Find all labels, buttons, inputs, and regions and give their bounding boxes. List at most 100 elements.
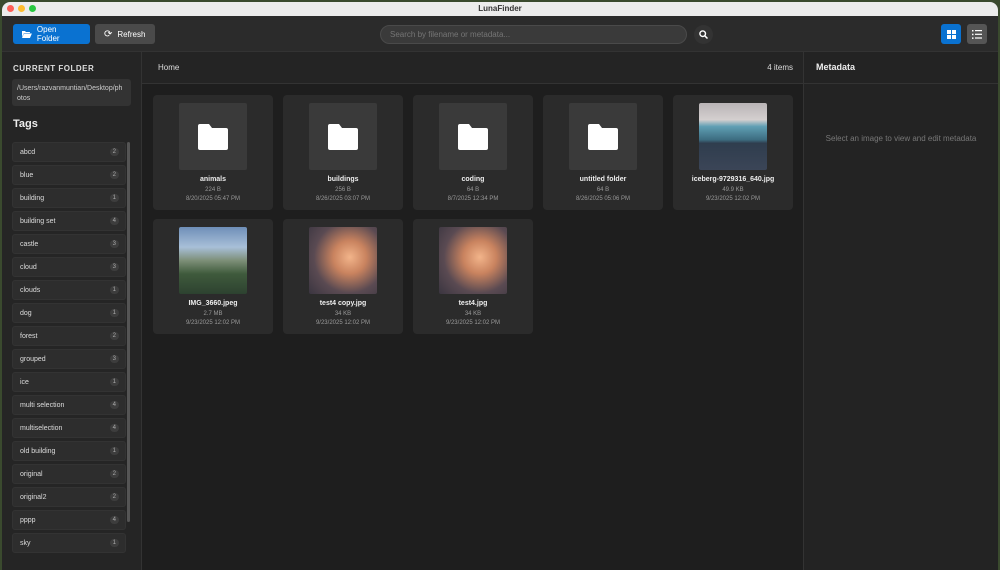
tag-count: 4 — [109, 424, 119, 432]
file-browser: Home 4 items animals 224 B 8/20/2025 05:47 … — [142, 52, 803, 570]
grid-view-button[interactable] — [941, 24, 961, 44]
item-date: 9/23/2025 12:02 PM — [315, 320, 371, 326]
item-size: 256 B — [335, 187, 351, 193]
tag-name: sky — [20, 539, 31, 547]
tag-count: 3 — [109, 355, 119, 363]
grid-icon — [946, 29, 956, 39]
tag-count: 2 — [109, 148, 119, 156]
folder-icon — [198, 123, 228, 150]
tag-count: 2 — [109, 171, 119, 179]
tag-item[interactable]: ice 1 — [12, 372, 126, 392]
tag-item[interactable]: original2 2 — [12, 487, 126, 507]
tag-count: 4 — [109, 217, 119, 225]
tag-item[interactable]: abcd 2 — [12, 142, 126, 162]
app-window: LunaFinder Open Folder ⟳ Refresh CURRENT… — [2, 2, 998, 570]
tag-item[interactable]: multi selection 4 — [12, 395, 126, 415]
tag-item[interactable]: old building 1 — [12, 441, 126, 461]
item-size: 224 B — [205, 187, 221, 193]
item-name: untitled folder — [579, 176, 627, 183]
item-name: IMG_3660.jpeg — [188, 300, 238, 307]
toolbar: Open Folder ⟳ Refresh — [2, 16, 998, 52]
item-date: 9/23/2025 12:02 PM — [185, 320, 241, 326]
zoom-button[interactable] — [29, 5, 36, 12]
item-size: 64 B — [596, 187, 610, 193]
refresh-button[interactable]: ⟳ Refresh — [95, 24, 155, 44]
image-thumbnail — [439, 227, 507, 294]
tag-count: 2 — [109, 470, 119, 478]
item-size: 49.9 KB — [722, 187, 744, 193]
tag-name: cloud — [20, 263, 37, 271]
folder-item[interactable]: untitled folder 64 B 8/26/2025 05:06 PM — [543, 95, 663, 210]
image-item[interactable]: test4.jpg 34 KB 9/23/2025 12:02 PM — [413, 219, 533, 334]
tag-list: abcd 2 blue 2 building 1 building set 4 castle 3 c… — [12, 142, 126, 556]
item-date: 8/26/2025 05:06 PM — [575, 196, 631, 202]
folder-item[interactable]: buildings 256 B 8/26/2025 03:07 PM — [283, 95, 403, 210]
tag-count: 3 — [109, 240, 119, 248]
tag-count: 2 — [109, 493, 119, 501]
item-size: 2.7 MB — [203, 311, 223, 317]
refresh-icon: ⟳ — [104, 28, 113, 40]
list-icon — [972, 29, 982, 39]
current-folder-heading: CURRENT FOLDER — [13, 64, 95, 73]
tag-item[interactable]: pppp 4 — [12, 510, 126, 530]
file-grid: animals 224 B 8/20/2025 05:47 PM buildings 2… — [153, 95, 803, 334]
tag-item[interactable]: forest 2 — [12, 326, 126, 346]
open-folder-label: Open Folder — [36, 25, 60, 43]
item-count: 4 items — [767, 63, 793, 72]
folder-item[interactable]: animals 224 B 8/20/2025 05:47 PM — [153, 95, 273, 210]
item-date: 8/20/2025 05:47 PM — [185, 196, 241, 202]
tag-item[interactable]: multiselection 4 — [12, 418, 126, 438]
tag-item[interactable]: clouds 1 — [12, 280, 126, 300]
close-button[interactable] — [7, 5, 14, 12]
tag-item[interactable]: building set 4 — [12, 211, 126, 231]
tag-count: 3 — [109, 263, 119, 271]
image-item[interactable]: test4 copy.jpg 34 KB 9/23/2025 12:02 PM — [283, 219, 403, 334]
folder-item[interactable]: coding 64 B 8/7/2025 12:34 PM — [413, 95, 533, 210]
image-item[interactable]: iceberg-9729316_640.jpg 49.9 KB 9/23/2025 … — [673, 95, 793, 210]
tag-count: 4 — [109, 401, 119, 409]
tags-heading: Tags — [13, 118, 38, 130]
tag-name: clouds — [20, 286, 41, 294]
tag-name: grouped — [20, 355, 46, 363]
open-folder-button[interactable]: Open Folder — [13, 24, 90, 44]
image-thumbnail — [309, 227, 377, 294]
tag-name: multiselection — [20, 424, 63, 432]
minimize-button[interactable] — [18, 5, 25, 12]
tag-item[interactable]: sky 1 — [12, 533, 126, 553]
tag-item[interactable]: cloud 3 — [12, 257, 126, 277]
search-button[interactable] — [694, 25, 713, 44]
metadata-panel: Metadata Select an image to view and edi… — [803, 52, 998, 570]
item-name: animals — [199, 176, 227, 183]
tag-item[interactable]: dog 1 — [12, 303, 126, 323]
metadata-title: Metadata — [804, 52, 998, 84]
tag-item[interactable]: building 1 — [12, 188, 126, 208]
tag-name: old building — [20, 447, 56, 455]
image-item[interactable]: IMG_3660.jpeg 2.7 MB 9/23/2025 12:02 PM — [153, 219, 273, 334]
item-name: buildings — [327, 176, 359, 183]
item-date: 9/23/2025 12:02 PM — [445, 320, 501, 326]
item-size: 34 KB — [464, 311, 482, 317]
search-icon — [699, 30, 708, 39]
folder-icon — [458, 123, 488, 150]
item-date: 9/23/2025 12:02 PM — [705, 196, 761, 202]
tag-list-scrollbar[interactable] — [127, 142, 130, 522]
search-input[interactable] — [380, 25, 687, 44]
tag-name: pppp — [20, 516, 36, 524]
tag-item[interactable]: blue 2 — [12, 165, 126, 185]
refresh-label: Refresh — [117, 29, 146, 39]
breadcrumb[interactable]: Home — [158, 63, 179, 72]
tag-name: building — [20, 194, 45, 202]
tag-name: forest — [20, 332, 38, 340]
tag-name: original — [20, 470, 43, 478]
window-title: LunaFinder — [478, 4, 522, 13]
image-thumbnail — [699, 103, 767, 170]
tag-name: abcd — [20, 148, 36, 156]
item-name: test4.jpg — [458, 300, 488, 307]
tag-name: castle — [20, 240, 39, 248]
tag-item[interactable]: castle 3 — [12, 234, 126, 254]
tag-count: 1 — [109, 378, 119, 386]
tag-item[interactable]: original 2 — [12, 464, 126, 484]
list-view-button[interactable] — [967, 24, 987, 44]
tag-name: original2 — [20, 493, 47, 501]
tag-item[interactable]: grouped 3 — [12, 349, 126, 369]
